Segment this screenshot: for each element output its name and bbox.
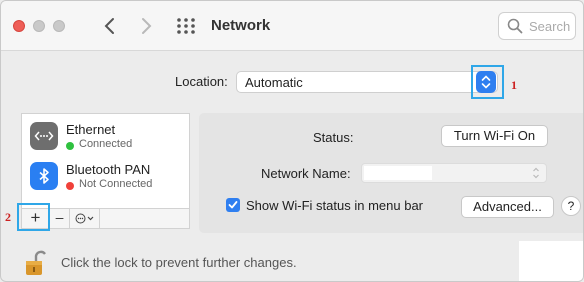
- status-label: Status:: [313, 130, 354, 145]
- status-dot-red: [66, 182, 74, 190]
- callout-number-2: 2: [5, 210, 11, 224]
- window-title: Network: [211, 17, 271, 34]
- turn-wifi-on-button[interactable]: Turn Wi-Fi On: [441, 125, 548, 147]
- lock-message: Click the lock to prevent further change…: [61, 255, 297, 270]
- service-item-bluetooth-pan[interactable]: Bluetooth PAN Not Connected: [22, 158, 189, 198]
- service-list: Ethernet Connected Bluetooth PAN Not Con…: [21, 113, 190, 209]
- add-button-highlight: [17, 203, 50, 231]
- service-name: Ethernet: [66, 122, 116, 137]
- help-button[interactable]: ?: [561, 196, 581, 216]
- location-stepper-button[interactable]: [476, 71, 496, 93]
- advanced-button[interactable]: Advanced...: [461, 196, 554, 218]
- location-label: Location:: [175, 74, 228, 89]
- search-icon: [507, 18, 523, 34]
- ethernet-icon: [30, 122, 58, 150]
- grid-icon: [177, 18, 195, 34]
- network-preferences-window: Network Search Location: Automatic 1 Eth…: [0, 0, 584, 282]
- network-name-value: [364, 166, 432, 180]
- network-name-label: Network Name:: [261, 166, 351, 181]
- search-placeholder: Search: [529, 19, 571, 34]
- chevron-right-icon: [142, 18, 152, 34]
- up-down-chevron-icon: [533, 167, 539, 179]
- back-button[interactable]: [99, 13, 121, 39]
- forward-button[interactable]: [135, 13, 157, 39]
- ellipsis-circle-chevron-icon: [75, 213, 94, 224]
- location-select[interactable]: Automatic: [236, 71, 498, 93]
- action-menu-button[interactable]: [70, 209, 100, 228]
- search-field[interactable]: Search: [498, 12, 576, 40]
- show-all-preferences-button[interactable]: [175, 16, 197, 36]
- blank-area: [519, 241, 583, 281]
- network-name-select[interactable]: [361, 163, 547, 183]
- chevron-left-icon: [104, 18, 114, 34]
- close-window-button[interactable]: [13, 20, 25, 32]
- service-status: Connected: [79, 138, 133, 150]
- status-dot-green: [66, 142, 74, 150]
- bluetooth-icon: [30, 162, 58, 190]
- remove-service-button[interactable]: –: [50, 209, 70, 228]
- lock-icon[interactable]: [24, 249, 46, 277]
- title-bar: Network Search: [1, 1, 583, 51]
- location-value: Automatic: [245, 75, 303, 90]
- show-wifi-status-label: Show Wi-Fi status in menu bar: [246, 198, 424, 213]
- up-down-chevron-icon: [481, 75, 491, 89]
- show-wifi-status-checkbox[interactable]: [226, 198, 240, 212]
- service-name: Bluetooth PAN: [66, 162, 151, 177]
- checkmark-icon: [228, 201, 238, 209]
- minimize-window-button[interactable]: [33, 20, 45, 32]
- service-status: Not Connected: [79, 178, 153, 190]
- callout-number-1: 1: [511, 78, 517, 92]
- service-item-ethernet[interactable]: Ethernet Connected: [22, 118, 189, 158]
- zoom-window-button[interactable]: [53, 20, 65, 32]
